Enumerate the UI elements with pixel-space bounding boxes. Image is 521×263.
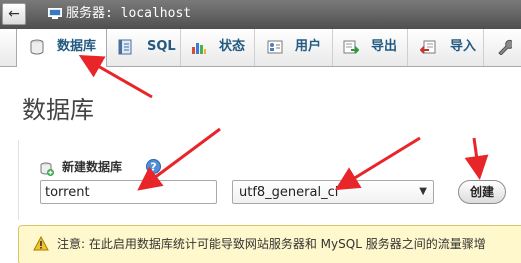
- tab-sql[interactable]: SQL: [107, 29, 181, 66]
- database-icon: [30, 39, 44, 55]
- tab-label: 数据库: [57, 39, 97, 54]
- notice-banner: 注意: 在此启用数据库统计可能导致网站服务器和 MySQL 服务器之间的流量骤增: [18, 225, 521, 263]
- collation-value: utf8_general_ci: [239, 185, 339, 200]
- export-icon: [343, 40, 359, 54]
- users-icon: [267, 40, 283, 54]
- server-bar: ← 服务器: localhost: [0, 0, 521, 30]
- wrench-icon: [498, 39, 512, 55]
- add-database-icon: [40, 162, 54, 176]
- notice-text: 注意: 在此启用数据库统计可能导致网站服务器和 MySQL 服务器之间的流量骤增: [57, 237, 486, 251]
- tab-users[interactable]: 用户: [255, 29, 333, 66]
- tab-import[interactable]: 导入: [408, 29, 484, 66]
- page-title: 数据库: [22, 96, 94, 124]
- tab-status[interactable]: 状态: [181, 29, 255, 66]
- database-name-input[interactable]: [40, 180, 217, 204]
- tab-settings[interactable]: [484, 29, 521, 66]
- fieldset-border: [18, 140, 19, 220]
- phpmyadmin-window: ← 服务器: localhost 数据库 SQL 状态 用户 导出 导入 数据库…: [0, 0, 521, 263]
- server-icon: [48, 8, 62, 19]
- server-breadcrumb[interactable]: 服务器: localhost: [66, 5, 191, 23]
- tab-label: 状态: [219, 39, 246, 54]
- tab-databases[interactable]: 数据库: [16, 29, 107, 67]
- new-database-label: 新建数据库: [62, 160, 123, 174]
- svg-text:?: ?: [150, 161, 156, 174]
- status-chart-icon: [192, 43, 206, 54]
- annotation-arrow: [464, 137, 489, 180]
- import-icon: [420, 40, 436, 54]
- create-button[interactable]: 创建: [458, 180, 506, 204]
- tab-label: 导入: [450, 39, 477, 54]
- help-icon[interactable]: ?: [146, 159, 161, 174]
- tab-export[interactable]: 导出: [333, 29, 408, 66]
- sql-icon: [118, 39, 132, 55]
- warning-icon: [33, 236, 49, 251]
- back-button[interactable]: ←: [2, 3, 26, 25]
- collation-select[interactable]: utf8_general_ci ▼: [232, 180, 434, 204]
- annotation-arrow: [137, 127, 221, 191]
- tab-label: SQL: [147, 39, 176, 54]
- main-tabs: 数据库 SQL 状态 用户 导出 导入: [0, 29, 521, 67]
- chevron-down-icon: ▼: [419, 186, 427, 197]
- tab-label: 导出: [371, 39, 398, 54]
- tab-label: 用户: [295, 39, 322, 54]
